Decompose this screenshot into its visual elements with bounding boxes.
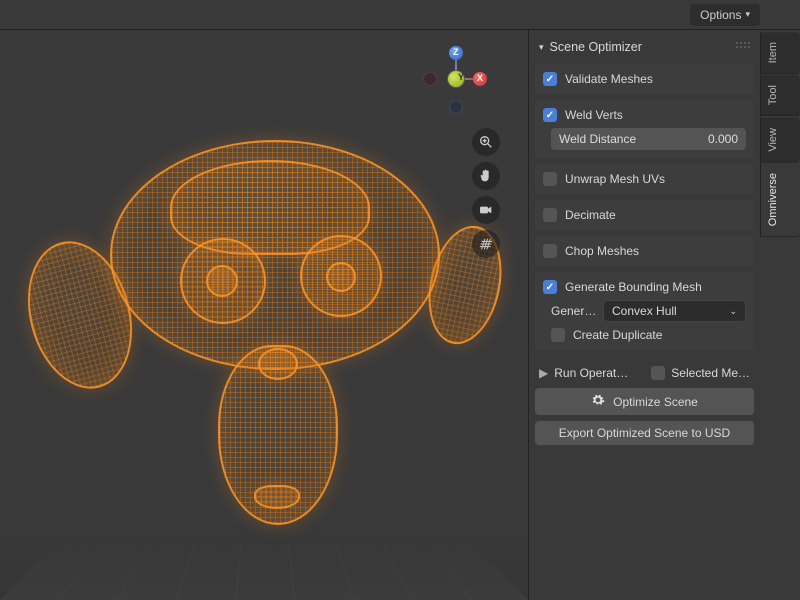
weld-verts-row[interactable]: Weld Verts [543,108,746,122]
drag-handle-icon[interactable] [736,42,750,48]
gizmo-label-x: X [477,73,483,83]
decimate-section: Decimate [535,200,754,230]
navigation-gizmo[interactable]: Y Z X [415,40,495,120]
weld-distance-field[interactable]: Weld Distance 0.000 [551,128,746,150]
scene-optimizer-panel: ▾ Scene Optimizer Validate Meshes Weld V… [528,30,760,600]
chop-label: Chop Meshes [565,244,639,258]
panel-actions: ▶ Run Operat… Selected Me… Optimize Scen… [535,356,754,445]
generation-type-value: Convex Hull [612,304,677,318]
unwrap-section: Unwrap Mesh UVs [535,164,754,194]
validate-section: Validate Meshes [535,64,754,94]
chevron-down-icon: ⌄ [729,306,737,317]
gear-icon [591,393,605,410]
weld-verts-label: Weld Verts [565,108,623,122]
chevron-down-icon: ▾ [539,42,544,53]
selected-meshes-checkbox[interactable] [651,366,665,380]
decimate-label: Decimate [565,208,616,222]
duplicate-label: Create Duplicate [573,328,662,342]
run-operators-label[interactable]: Run Operat… [554,366,645,380]
weld-distance-value: 0.000 [708,132,738,146]
validate-meshes-checkbox[interactable] [543,72,557,86]
chop-checkbox[interactable] [543,244,557,258]
viewport-tool-column [472,128,500,258]
validate-meshes-label: Validate Meshes [565,72,653,86]
bounding-checkbox[interactable] [543,280,557,294]
optimize-scene-button[interactable]: Optimize Scene [535,388,754,415]
tab-tool[interactable]: Tool [760,75,800,116]
panel-header[interactable]: ▾ Scene Optimizer [535,36,754,64]
tab-view[interactable]: View [760,118,800,163]
options-dropdown[interactable]: Options ▾ [690,4,760,26]
bounding-row[interactable]: Generate Bounding Mesh [543,280,746,294]
optimize-scene-label: Optimize Scene [613,395,698,409]
gizmo-axis-neg-x[interactable] [423,72,437,86]
duplicate-checkbox[interactable] [551,328,565,342]
viewport-grid-floor [0,545,528,600]
wireframe-mesh-object[interactable] [30,130,490,550]
chevron-down-icon: ▾ [745,9,750,20]
export-usd-button[interactable]: Export Optimized Scene to USD [535,421,754,445]
weld-verts-checkbox[interactable] [543,108,557,122]
generation-label: Gener… [551,304,599,318]
bounding-section: Generate Bounding Mesh Gener… Convex Hul… [535,272,754,350]
gizmo-axis-neg-z[interactable] [449,100,463,114]
weld-section: Weld Verts Weld Distance 0.000 [535,100,754,158]
duplicate-row[interactable]: Create Duplicate [551,328,746,342]
chop-section: Chop Meshes [535,236,754,266]
tab-omniverse[interactable]: Omniverse [760,163,800,237]
unwrap-label: Unwrap Mesh UVs [565,172,665,186]
chop-row[interactable]: Chop Meshes [543,244,746,258]
panel-title: Scene Optimizer [550,40,642,54]
top-bar: Options ▾ [0,0,800,30]
camera-icon[interactable] [472,196,500,224]
decimate-checkbox[interactable] [543,208,557,222]
options-label: Options [700,8,741,22]
weld-distance-label: Weld Distance [559,132,636,146]
zoom-icon[interactable] [472,128,500,156]
gizmo-label-z: Z [453,47,459,57]
pan-icon[interactable] [472,162,500,190]
play-icon[interactable]: ▶ [539,366,548,380]
gizmo-label-y: Y [458,72,464,82]
export-usd-label: Export Optimized Scene to USD [559,426,730,440]
generation-type-dropdown[interactable]: Convex Hull ⌄ [603,300,746,322]
bounding-label: Generate Bounding Mesh [565,280,702,294]
unwrap-row[interactable]: Unwrap Mesh UVs [543,172,746,186]
grid-icon[interactable] [472,230,500,258]
unwrap-checkbox[interactable] [543,172,557,186]
side-tab-strip: Item Tool View Omniverse [760,32,800,238]
validate-meshes-row[interactable]: Validate Meshes [543,72,746,86]
tab-item[interactable]: Item [760,32,800,74]
decimate-row[interactable]: Decimate [543,208,746,222]
selected-meshes-label: Selected Me… [671,366,750,380]
